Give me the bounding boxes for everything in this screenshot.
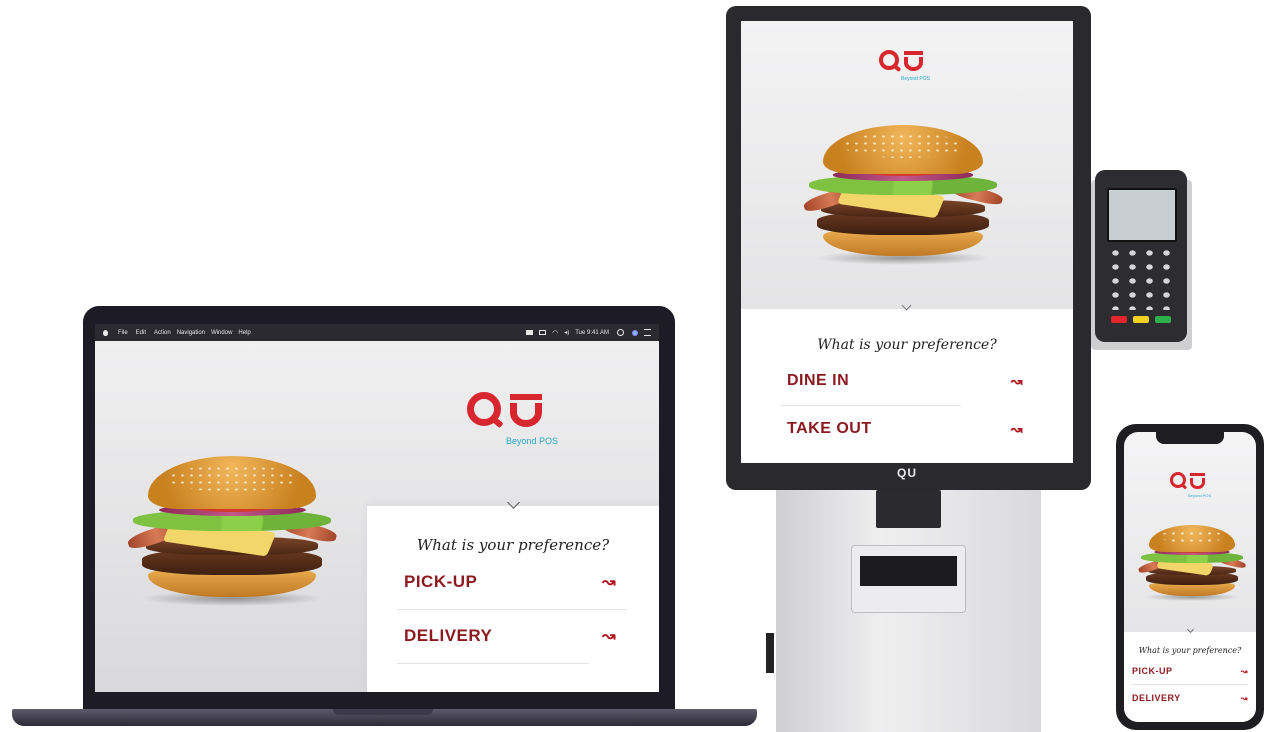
divider: [397, 663, 589, 664]
laptop-screen: File Edit Action Navigation Window Help …: [95, 324, 659, 692]
display-status-icon[interactable]: [526, 330, 534, 335]
chevron-down-icon[interactable]: [1186, 625, 1195, 634]
option-label: DELIVERY: [404, 626, 493, 645]
side-port: [766, 633, 774, 673]
mac-menubar: File Edit Action Navigation Window Help …: [95, 324, 659, 341]
qu-logo: Beyond POS: [467, 392, 577, 452]
menu-file[interactable]: File: [118, 330, 128, 336]
option-dine-in[interactable]: DINE IN ↝: [787, 369, 1023, 393]
burger-image: [1137, 522, 1247, 602]
terminal-keypad[interactable]: [1107, 246, 1175, 310]
menu-window[interactable]: Window: [211, 330, 232, 336]
option-pick-up[interactable]: PICK-UP ↝: [1132, 664, 1248, 678]
option-label: DINE IN: [787, 372, 850, 389]
divider: [397, 609, 627, 610]
preference-card: What is your preference? DINE IN ↝ TAKE …: [741, 300, 1073, 463]
option-delivery[interactable]: DELIVERY ↝: [1132, 691, 1248, 705]
preference-card: What is your preference? PICK-UP ↝ DELIV…: [367, 496, 659, 692]
chevron-down-icon[interactable]: [901, 300, 912, 311]
burger-image: [802, 119, 1004, 265]
burger-image: [126, 450, 338, 606]
option-take-out[interactable]: TAKE OUT ↝: [787, 417, 1023, 441]
qu-logo: Beyond POS: [879, 50, 939, 86]
divider: [1132, 684, 1248, 685]
option-label: TAKE OUT: [787, 420, 872, 437]
card-slot: [876, 490, 941, 528]
squiggle-arrow-icon: ↝: [602, 628, 616, 645]
laptop-notch: [333, 709, 433, 715]
terminal-clear-key[interactable]: [1133, 316, 1149, 323]
phone-screen: Beyond POS What is your preference? PICK…: [1124, 432, 1256, 722]
squiggle-arrow-icon: ↝: [1240, 693, 1248, 703]
qu-logo: Beyond POS: [1170, 472, 1220, 500]
option-delivery[interactable]: DELIVERY ↝: [404, 624, 616, 648]
kiosk-screen: Beyond POS What is your preference? DINE…: [741, 21, 1073, 463]
kiosk-bezel-logo: QU: [897, 466, 917, 480]
menu-navigation[interactable]: Navigation: [177, 330, 205, 336]
option-label: PICK-UP: [404, 572, 478, 591]
terminal-cancel-key[interactable]: [1111, 316, 1127, 323]
menu-help[interactable]: Help: [238, 330, 250, 336]
apple-menu-icon[interactable]: [103, 329, 108, 336]
option-pick-up[interactable]: PICK-UP ↝: [404, 570, 616, 594]
payment-terminal: [1095, 170, 1187, 342]
divider: [781, 405, 961, 406]
spotlight-search-icon[interactable]: [617, 329, 624, 336]
airplay-icon[interactable]: [539, 330, 547, 335]
menu-action[interactable]: Action: [154, 330, 171, 336]
notification-center-icon[interactable]: [644, 329, 651, 336]
volume-icon[interactable]: ◂): [564, 329, 569, 336]
option-label: DELIVERY: [1132, 693, 1181, 703]
logo-tagline: Beyond POS: [901, 76, 930, 82]
terminal-display: [1107, 188, 1177, 242]
squiggle-arrow-icon: ↝: [1240, 666, 1248, 676]
preference-question: What is your preference?: [416, 536, 610, 554]
squiggle-arrow-icon: ↝: [602, 574, 616, 591]
squiggle-arrow-icon: ↝: [1010, 420, 1023, 437]
preference-card: What is your preference? PICK-UP ↝ DELIV…: [1124, 625, 1256, 722]
terminal-enter-key[interactable]: [1155, 316, 1171, 323]
logo-tagline: Beyond POS: [1188, 493, 1212, 498]
preference-question: What is your preference?: [1138, 646, 1242, 655]
siri-icon[interactable]: [632, 329, 638, 336]
chevron-down-icon[interactable]: [507, 496, 520, 509]
menu-edit[interactable]: Edit: [136, 330, 146, 336]
menubar-clock[interactable]: Tue 9:41 AM: [575, 330, 609, 336]
preference-question: What is your preference?: [817, 337, 997, 353]
phone-notch: [1156, 432, 1224, 444]
option-label: PICK-UP: [1132, 666, 1173, 676]
wifi-icon[interactable]: ◠: [552, 329, 558, 337]
squiggle-arrow-icon: ↝: [1010, 372, 1023, 389]
logo-tagline: Beyond POS: [506, 436, 559, 446]
receipt-printer: [851, 545, 966, 613]
